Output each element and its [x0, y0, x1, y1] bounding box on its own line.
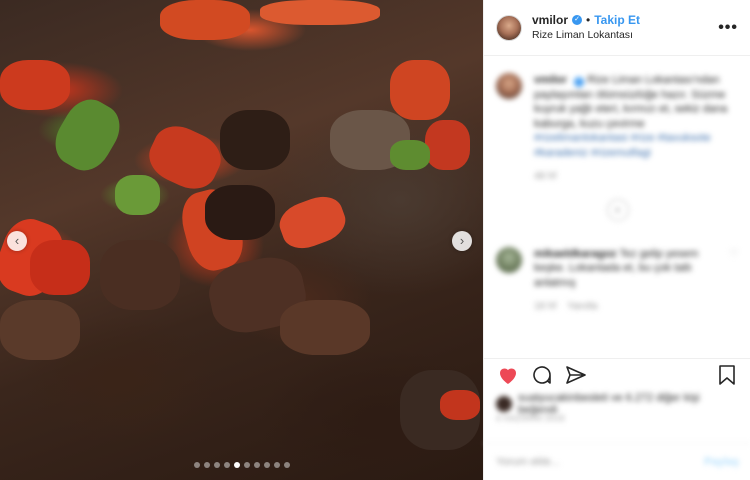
like-button[interactable] — [496, 363, 520, 387]
carousel-dot — [263, 462, 270, 468]
comment-input-area[interactable]: Yorum ekle... Paylaş — [484, 443, 750, 480]
carousel-dot — [253, 462, 260, 468]
more-options-icon[interactable]: ••• — [718, 19, 738, 37]
verified-icon: ✓ — [572, 15, 583, 25]
separator-dot: • — [586, 12, 591, 27]
food-detail — [220, 110, 290, 170]
carousel-dot — [203, 462, 210, 468]
save-button[interactable] — [715, 363, 739, 387]
comment-item: mikaeldkaragoz Tez gelip yesem keşke. Lo… — [496, 246, 739, 315]
caption-hashtags[interactable]: #rizelimanlokantasi #rize #tavuksote #ka… — [534, 131, 739, 160]
food-detail — [160, 0, 250, 40]
share-icon — [566, 365, 586, 384]
likes-summary[interactable]: suatyucakinbesleti ve 6.272 diğer kişi b… — [496, 392, 738, 416]
verified-icon: ✓ — [574, 77, 585, 87]
comment-username[interactable]: mikaeldkaragoz — [534, 248, 617, 260]
food-detail — [100, 240, 180, 310]
post-comment-button[interactable]: Paylaş — [704, 456, 739, 468]
caption: vmilor ✓ Rize Liman Lokantası'ndan payla… — [496, 73, 739, 185]
comment-like-icon[interactable]: ♡ — [729, 247, 739, 315]
food-detail — [390, 140, 430, 170]
food-detail — [440, 390, 480, 420]
food-detail — [280, 300, 370, 355]
header-row: vmilor ✓ • Takip Et — [532, 13, 718, 28]
carousel-dot — [273, 462, 280, 468]
comment-meta: 18 hf Yanıtla — [534, 300, 723, 315]
carousel-dot — [223, 462, 230, 468]
previous-photo-button[interactable]: ‹ — [7, 231, 27, 251]
food-detail — [205, 185, 275, 240]
post-date: 4 HAZİRAN 2018 — [496, 414, 565, 423]
food-detail — [0, 300, 80, 360]
avatar — [496, 396, 512, 412]
food-detail — [390, 60, 450, 120]
avatar[interactable] — [496, 14, 522, 41]
carousel-indicator — [0, 462, 483, 468]
post-panel: vmilor ✓ • Takip Et Rize Liman Lokantası… — [483, 0, 750, 480]
location-link[interactable]: Rize Liman Lokantası — [532, 28, 718, 43]
caption-username[interactable]: vmilor — [534, 74, 567, 86]
bookmark-icon — [719, 364, 735, 385]
carousel-dot — [283, 462, 290, 468]
username-link[interactable]: vmilor — [532, 13, 568, 28]
carousel-dot — [193, 462, 200, 468]
comment-body: mikaeldkaragoz Tez gelip yesem keşke. Lo… — [534, 247, 723, 315]
load-more-comments-button[interactable]: + — [606, 198, 629, 221]
follow-button[interactable]: Takip Et — [594, 13, 640, 28]
food-detail — [425, 120, 470, 170]
comments-list[interactable]: vmilor ✓ Rize Liman Lokantası'ndan payla… — [484, 57, 750, 357]
food-detail — [274, 190, 351, 255]
food-detail — [30, 240, 90, 295]
carousel-dot — [243, 462, 250, 468]
carousel-dot — [213, 462, 220, 468]
carousel-dot — [233, 462, 240, 468]
comment-button[interactable] — [530, 363, 554, 387]
food-detail — [115, 175, 160, 215]
action-bar — [484, 358, 750, 390]
heart-icon — [500, 367, 516, 384]
comment-time: 18 hf — [534, 301, 557, 312]
share-button[interactable] — [564, 363, 588, 387]
avatar[interactable] — [496, 73, 522, 99]
post-header: vmilor ✓ • Takip Et Rize Liman Lokantası… — [484, 0, 750, 56]
comment-input[interactable]: Yorum ekle... — [496, 456, 704, 468]
avatar[interactable] — [496, 246, 522, 273]
food-detail — [0, 60, 70, 110]
likes-text[interactable]: suatyucakinbesleti ve 6.272 diğer kişi b… — [518, 392, 738, 416]
caption-body: vmilor ✓ Rize Liman Lokantası'ndan payla… — [534, 73, 739, 185]
next-photo-button[interactable]: › — [452, 231, 472, 251]
food-detail — [260, 0, 380, 25]
reply-button[interactable]: Yanıtla — [567, 301, 597, 312]
post-photo[interactable]: ‹ › — [0, 0, 483, 480]
caption-time: 48 hf — [534, 171, 557, 182]
header-names: vmilor ✓ • Takip Et Rize Liman Lokantası — [532, 13, 718, 43]
comment-icon — [533, 365, 551, 384]
